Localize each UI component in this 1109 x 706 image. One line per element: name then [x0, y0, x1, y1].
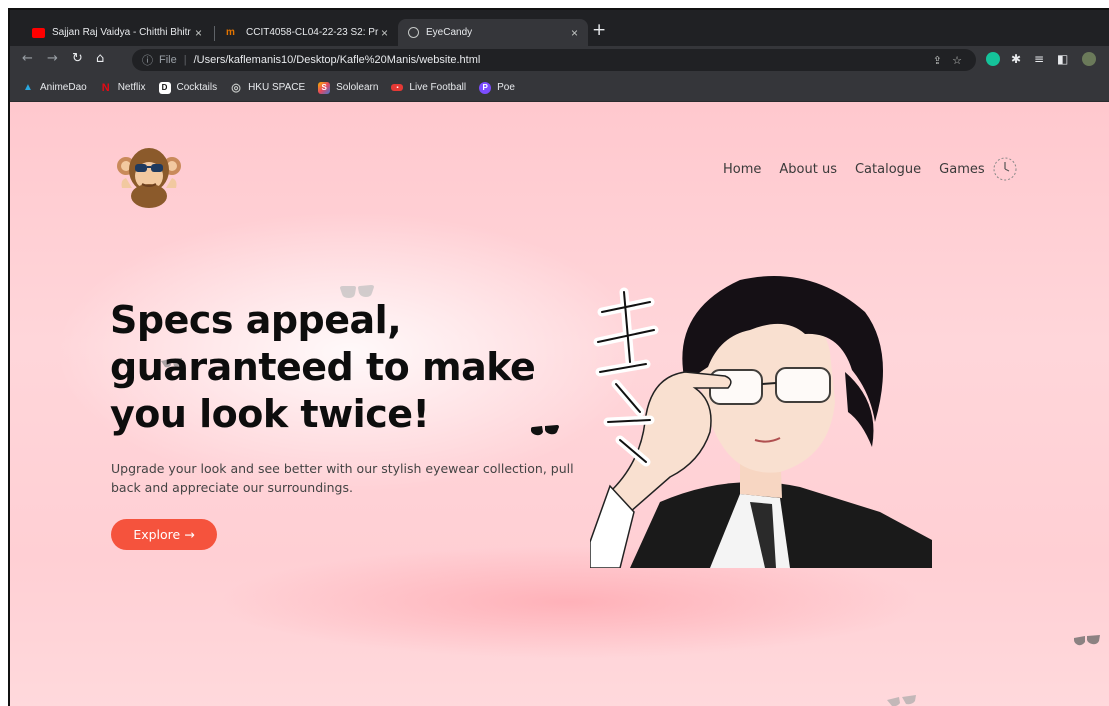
site-nav: Home About us Catalogue Games — [723, 162, 985, 177]
globe-icon — [408, 27, 419, 38]
bookmark-sololearn[interactable]: S Sololearn — [318, 81, 379, 94]
grammarly-icon[interactable] — [986, 52, 1000, 66]
sunglasses-icon — [887, 695, 916, 706]
bookmark-label: Sololearn — [336, 82, 379, 93]
nav-about-us[interactable]: About us — [779, 162, 837, 177]
extensions-icon[interactable]: ✱ — [1011, 51, 1021, 67]
hero-illustration — [590, 276, 932, 568]
home-icon[interactable]: ⌂ — [96, 51, 104, 67]
tab-moodle[interactable]: m CCIT4058-CL04-22-23 S2: Pr × — [216, 19, 398, 46]
nav-home[interactable]: Home — [723, 162, 761, 177]
browser-toolbar: ← → ↻ ⌂ ⓘ File | /Users/kaflemanis10/Des… — [10, 46, 1109, 74]
headline-line: you look twice! — [110, 392, 430, 436]
bookmark-hku-space[interactable]: ◎ HKU SPACE — [230, 82, 305, 94]
bookmark-star-icon[interactable]: ☆ — [952, 54, 962, 67]
tab-eyecandy[interactable]: EyeCandy × — [398, 19, 588, 46]
globe-icon: ◎ — [231, 82, 241, 94]
close-icon[interactable]: × — [195, 26, 202, 40]
reading-list-icon[interactable]: ≡ — [1034, 51, 1044, 67]
new-tab-button[interactable]: + — [592, 22, 606, 39]
monkey-logo[interactable] — [112, 136, 186, 210]
moodle-icon: m — [226, 26, 235, 38]
bookmark-label: Netflix — [117, 82, 146, 93]
browser-window: Sajjan Raj Vaidya - Chitthi Bhitr × m CC… — [8, 8, 1109, 706]
bookmark-cocktails[interactable]: D Cocktails — [158, 81, 218, 94]
tab-label: EyeCandy — [426, 27, 473, 38]
sunglasses-icon — [1074, 635, 1100, 646]
forward-icon[interactable]: → — [47, 51, 58, 67]
poe-icon: P — [479, 81, 492, 94]
explore-button[interactable]: Explore → — [111, 519, 217, 550]
headline-line: Specs appeal, — [110, 298, 402, 342]
clock-icon[interactable] — [992, 156, 1018, 182]
tab-strip: Sajjan Raj Vaidya - Chitthi Bhitr × m CC… — [10, 10, 1109, 46]
close-icon[interactable]: × — [571, 26, 578, 40]
paper-plane-icon: ▲ — [23, 82, 33, 93]
reload-icon[interactable]: ↻ — [72, 51, 83, 67]
bookmark-label: Poe — [497, 82, 515, 93]
webpage: Home About us Catalogue Games Specs appe… — [10, 102, 1109, 706]
bookmark-label: HKU SPACE — [248, 82, 306, 93]
bookmark-label: AnimeDao — [40, 82, 87, 93]
url-divider: | — [183, 54, 187, 66]
headline-line: guaranteed to make — [110, 345, 536, 389]
tab-youtube[interactable]: Sajjan Raj Vaidya - Chitthi Bhitr × — [22, 19, 212, 46]
profile-avatar[interactable] — [1082, 52, 1096, 66]
cocktails-icon: D — [158, 81, 171, 94]
bookmark-label: Cocktails — [176, 82, 218, 93]
netflix-icon: N — [101, 81, 110, 94]
tab-label: Sajjan Raj Vaidya - Chitthi Bhitr — [52, 27, 191, 38]
bookmark-poe[interactable]: P Poe — [479, 81, 515, 94]
hero-subtext: Upgrade your look and see better with ou… — [111, 461, 574, 495]
side-panel-icon[interactable]: ◧ — [1057, 51, 1068, 67]
bookmarks-bar: ▲ AnimeDao N Netflix D Cocktails ◎ HKU S… — [10, 74, 1109, 102]
nav-catalogue[interactable]: Catalogue — [855, 162, 921, 177]
url-scheme: File — [159, 54, 177, 66]
info-icon: ⓘ — [142, 55, 153, 67]
live-icon: ▪ — [391, 84, 404, 91]
close-icon[interactable]: × — [381, 26, 388, 40]
address-bar[interactable]: ⓘ File | /Users/kaflemanis10/Desktop/Kaf… — [132, 49, 976, 71]
bookmark-live-football[interactable]: ▪ Live Football — [391, 82, 466, 93]
bookmark-animedao[interactable]: ▲ AnimeDao — [22, 82, 87, 94]
bookmark-label: Live Football — [409, 82, 467, 93]
tab-label: CCIT4058-CL04-22-23 S2: Pr — [246, 27, 379, 38]
youtube-icon — [32, 27, 45, 38]
back-icon[interactable]: ← — [22, 51, 33, 67]
url-path: /Users/kaflemanis10/Desktop/Kafle%20Mani… — [193, 54, 481, 66]
hero-headline: Specs appeal, guaranteed to make you loo… — [110, 297, 570, 438]
bookmark-netflix[interactable]: N Netflix — [100, 82, 146, 94]
tab-divider — [214, 26, 215, 41]
sololearn-icon: S — [318, 81, 331, 94]
nav-games[interactable]: Games — [939, 162, 984, 177]
share-icon[interactable]: ⇪ — [933, 54, 942, 67]
